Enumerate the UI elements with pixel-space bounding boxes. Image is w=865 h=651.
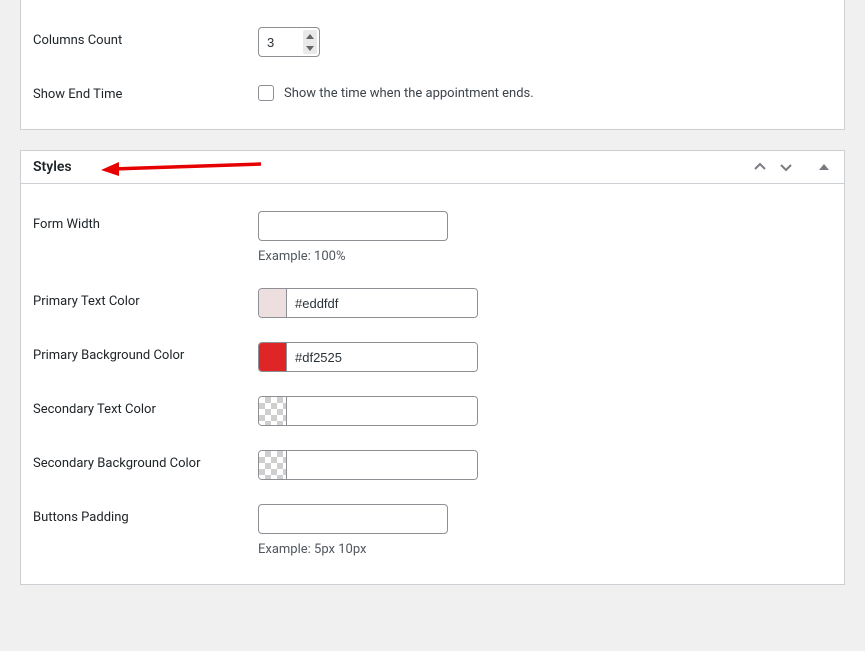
secondary-bg-color-field[interactable]	[258, 450, 478, 480]
annotation-arrow-icon	[101, 158, 261, 176]
show-end-time-checkbox-label: Show the time when the appointment ends.	[284, 86, 534, 101]
field-secondary-bg-color: Secondary Background Color	[33, 438, 832, 492]
settings-panel-top: Columns Count	[20, 0, 845, 130]
form-width-control: Example: 100%	[258, 211, 832, 264]
secondary-text-color-control	[258, 396, 832, 426]
show-end-time-control: Show the time when the appointment ends.	[258, 81, 832, 101]
secondary-text-color-label: Secondary Text Color	[33, 396, 258, 417]
field-secondary-text-color: Secondary Text Color	[33, 384, 832, 438]
secondary-text-color-swatch[interactable]	[259, 397, 287, 425]
settings-panel-top-body: Columns Count	[21, 0, 844, 129]
primary-text-color-label: Primary Text Color	[33, 288, 258, 309]
panel-header-controls	[752, 159, 832, 175]
show-end-time-checkbox-row: Show the time when the appointment ends.	[258, 81, 832, 101]
primary-bg-color-control	[258, 342, 832, 372]
field-form-width: Form Width Example: 100%	[33, 199, 832, 276]
form-width-label: Form Width	[33, 211, 258, 232]
form-width-hint: Example: 100%	[258, 249, 832, 264]
columns-count-up[interactable]	[303, 30, 317, 42]
move-up-icon[interactable]	[752, 159, 768, 175]
columns-count-label: Columns Count	[33, 27, 258, 48]
styles-panel-body: Form Width Example: 100% Primary Text Co…	[21, 184, 844, 584]
primary-text-color-field[interactable]	[258, 288, 478, 318]
styles-panel-header[interactable]: Styles	[21, 151, 844, 184]
move-down-icon[interactable]	[778, 159, 794, 175]
primary-bg-color-label: Primary Background Color	[33, 342, 258, 363]
show-end-time-checkbox[interactable]	[258, 85, 274, 101]
styles-panel-title: Styles	[33, 159, 72, 175]
buttons-padding-control: Example: 5px 10px	[258, 504, 832, 557]
field-primary-text-color: Primary Text Color	[33, 276, 832, 330]
primary-text-color-swatch[interactable]	[259, 289, 287, 317]
secondary-bg-color-control	[258, 450, 832, 480]
buttons-padding-hint: Example: 5px 10px	[258, 542, 832, 557]
columns-count-stepper[interactable]	[258, 27, 320, 57]
field-primary-bg-color: Primary Background Color	[33, 330, 832, 384]
columns-count-control	[258, 27, 832, 57]
field-buttons-padding: Buttons Padding Example: 5px 10px	[33, 492, 832, 569]
show-end-time-label: Show End Time	[33, 81, 258, 102]
primary-bg-color-input[interactable]	[287, 343, 477, 371]
buttons-padding-label: Buttons Padding	[33, 504, 258, 525]
secondary-text-color-input[interactable]	[287, 397, 477, 425]
field-columns-count: Columns Count	[33, 15, 832, 69]
field-show-end-time: Show End Time Show the time when the app…	[33, 69, 832, 114]
form-width-input[interactable]	[258, 211, 448, 241]
collapse-icon[interactable]	[816, 159, 832, 175]
styles-panel: Styles Form Width	[20, 150, 845, 585]
buttons-padding-input[interactable]	[258, 504, 448, 534]
columns-count-down[interactable]	[303, 42, 317, 54]
columns-count-spinner	[303, 30, 317, 54]
secondary-text-color-field[interactable]	[258, 396, 478, 426]
primary-text-color-control	[258, 288, 832, 318]
primary-bg-color-swatch[interactable]	[259, 343, 287, 371]
primary-text-color-input[interactable]	[287, 289, 477, 317]
secondary-bg-color-label: Secondary Background Color	[33, 450, 258, 471]
secondary-bg-color-input[interactable]	[287, 451, 477, 479]
primary-bg-color-field[interactable]	[258, 342, 478, 372]
secondary-bg-color-swatch[interactable]	[259, 451, 287, 479]
